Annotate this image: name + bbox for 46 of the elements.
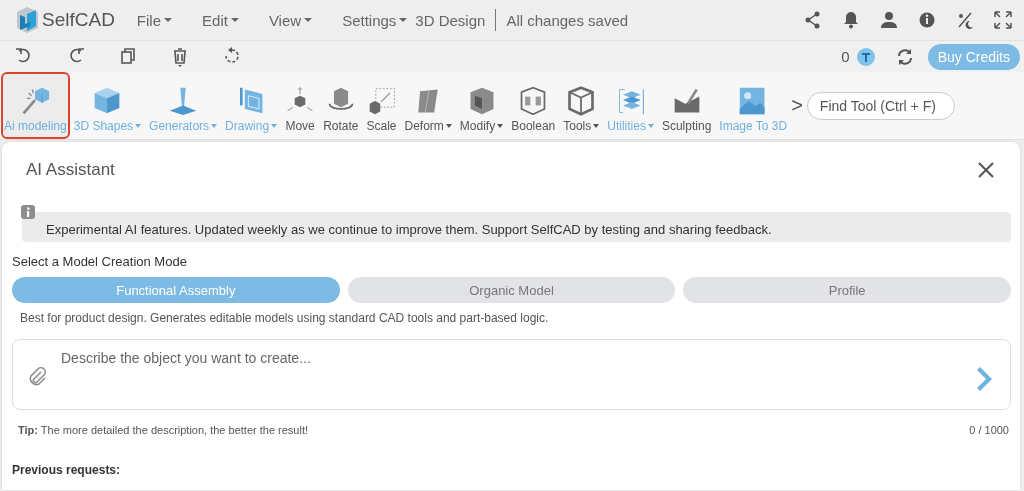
trash-icon[interactable] — [171, 46, 189, 67]
close-icon — [977, 161, 995, 179]
mode-tab[interactable]: Profile — [683, 277, 1011, 303]
history-heading: Previous requests: — [12, 463, 122, 477]
find-tool-field[interactable]: Find Tool (Ctrl + F) — [806, 91, 955, 120]
menu-item[interactable]: View — [268, 11, 313, 29]
mode-prompt: Select a Model Creation Mode — [12, 254, 188, 269]
tool-button[interactable]: Move — [281, 72, 320, 139]
tool-button[interactable]: Tools — [559, 72, 604, 139]
copy-icon[interactable] — [119, 46, 137, 67]
logo-icon — [14, 6, 40, 34]
frame-cube-icon — [566, 86, 597, 116]
fullscreen-icon[interactable] — [994, 11, 1012, 29]
panel-title: AI Assistant — [26, 160, 115, 180]
character-counter: 0 / 1000 — [969, 424, 1009, 436]
mode-tab[interactable]: Organic Model — [347, 277, 676, 303]
tool-button[interactable]: Scale — [362, 72, 401, 139]
more-tools-arrow[interactable]: > — [791, 94, 803, 117]
tool-button[interactable]: Rotate — [319, 72, 363, 139]
tool-button[interactable]: Deform — [400, 72, 456, 139]
tool-button[interactable]: Sculpting — [657, 72, 716, 139]
logo-text: SelfCAD — [42, 9, 115, 31]
tool-button[interactable]: Boolean — [507, 72, 560, 139]
project-name: 3D Design — [415, 11, 486, 29]
paperclip-icon[interactable] — [27, 366, 47, 386]
prompt-box[interactable]: Describe the object you want to create... — [12, 339, 1011, 410]
notice-text: Experimental AI features. Updated weekly as we continue to improve them. Support SelfCAD by testing and sharing feedback. — [46, 222, 772, 237]
menu-item[interactable]: Edit — [202, 11, 239, 29]
theme-toggle-icon[interactable] — [956, 11, 974, 29]
menu-item[interactable]: Settings — [342, 11, 408, 29]
credit-count: 0 — [841, 48, 850, 65]
info-badge-icon — [21, 205, 35, 219]
menu-item[interactable]: File — [136, 11, 173, 29]
save-status: All changes saved — [506, 11, 629, 29]
coin-icon — [855, 46, 876, 67]
info-icon[interactable] — [918, 11, 936, 29]
magic-wand-icon — [20, 86, 51, 116]
user-icon[interactable] — [880, 11, 898, 29]
mode-description: Best for product design. Generates editable models using standard CAD tools and part-based logic. — [20, 311, 550, 325]
tip-text: Tip: The more detailed the description, the better the result! — [18, 424, 309, 436]
extrude-icon — [168, 86, 199, 116]
close-button[interactable] — [977, 161, 995, 179]
refresh-icon[interactable] — [895, 47, 914, 66]
share-icon[interactable] — [804, 11, 822, 29]
bell-icon[interactable] — [842, 11, 860, 29]
tool-button[interactable]: Modify — [455, 72, 508, 139]
